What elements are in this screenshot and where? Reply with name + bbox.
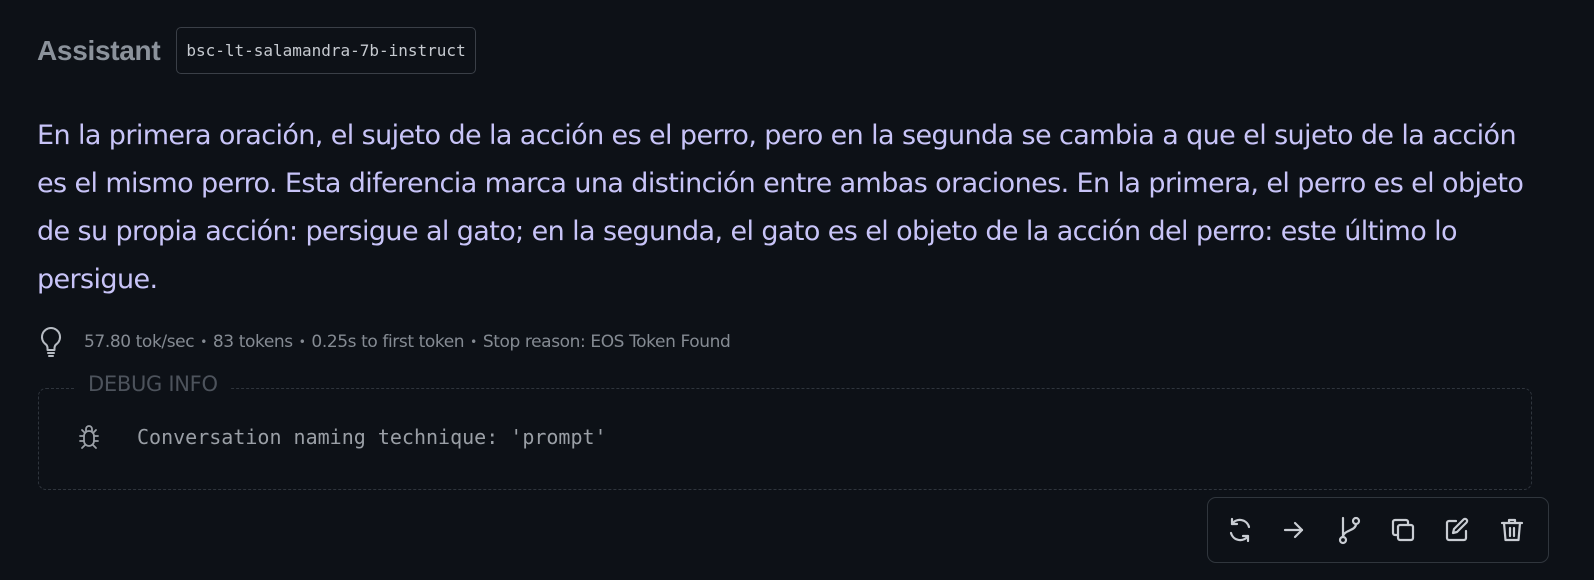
stats-separator: • <box>298 335 306 349</box>
lightbulb-icon <box>37 325 65 359</box>
role-label: Assistant <box>37 34 161 66</box>
edit-icon[interactable] <box>1439 510 1475 550</box>
branch-icon[interactable] <box>1331 510 1367 550</box>
stats-first-token: 0.25s to first token <box>311 332 465 352</box>
model-badge: bsc-lt-salamandra-7b-instruct <box>176 27 476 74</box>
debug-row: Conversation naming technique: 'prompt' <box>75 423 607 451</box>
delete-icon[interactable] <box>1494 510 1530 550</box>
regenerate-icon[interactable] <box>1222 510 1258 550</box>
generation-stats: 57.80 tok/sec • 83 tokens • 0.25s to fir… <box>37 322 731 362</box>
stats-speed: 57.80 tok/sec <box>84 332 195 352</box>
bug-icon <box>75 423 103 451</box>
debug-info-title: DEBUG INFO <box>75 372 231 396</box>
message-actions-toolbar <box>1207 497 1549 563</box>
stats-separator: • <box>470 335 477 349</box>
stats-separator: • <box>200 335 207 349</box>
stats-stop-reason: Stop reason: EOS Token Found <box>482 332 731 352</box>
assistant-message: En la primera oración, el sujeto de la a… <box>37 120 1524 295</box>
debug-info-text: Conversation naming technique: 'prompt' <box>137 425 607 449</box>
debug-info-panel: DEBUG INFO Conversation naming technique… <box>38 372 1532 490</box>
message-header: Assistant bsc-lt-salamandra-7b-instruct <box>37 27 476 74</box>
continue-icon[interactable] <box>1276 510 1312 550</box>
copy-icon[interactable] <box>1385 510 1421 550</box>
stats-tokens: 83 tokens <box>212 332 293 352</box>
